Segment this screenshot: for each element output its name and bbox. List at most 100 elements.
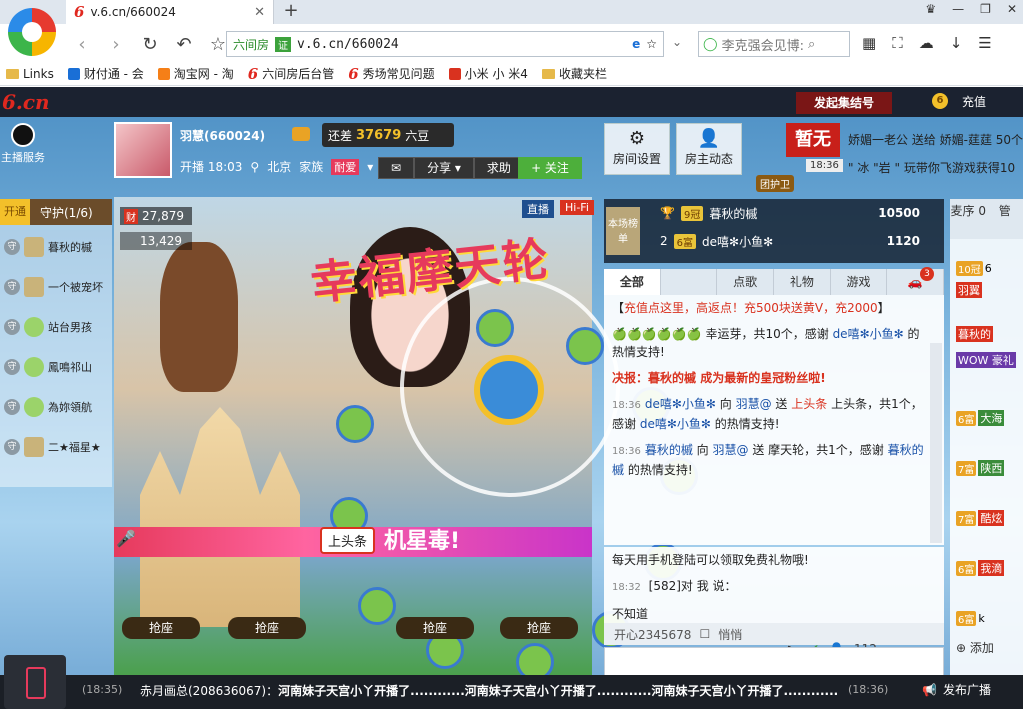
favorite-star-icon[interactable]: ☆: [208, 34, 228, 55]
bookmark-6cn-faq[interactable]: 6 秀场常见问题: [348, 65, 434, 83]
guard-item[interactable]: 守為妳領航: [0, 387, 112, 427]
pin-icon[interactable]: ♛: [925, 2, 936, 16]
tab-song[interactable]: 点歌: [717, 269, 775, 295]
search-icon[interactable]: ⌕: [808, 37, 815, 52]
share-button[interactable]: 分享 ▾: [414, 157, 474, 179]
bookmark-6cn-admin[interactable]: 6 六间房后台管: [248, 65, 334, 83]
headline-badge[interactable]: 上头条: [320, 527, 376, 554]
user-row[interactable]: WOW 豪礼: [956, 349, 1023, 371]
user-row[interactable]: 6富 我滴: [956, 557, 1023, 579]
recharge-link[interactable]: 充值: [962, 92, 986, 112]
menu-icon[interactable]: ☰: [978, 34, 991, 52]
site-logo[interactable]: 6.cn: [2, 90, 50, 114]
publish-broadcast-button[interactable]: 📢 发布广播: [922, 681, 991, 698]
undo-button[interactable]: ↶: [174, 34, 194, 55]
wheel-cabin: [476, 309, 514, 347]
guard-item[interactable]: 守站台男孩: [0, 307, 112, 347]
browser-tab[interactable]: 6 v.6.cn/660024 ✕: [66, 0, 274, 24]
qq-service-button[interactable]: 主播服务: [0, 121, 46, 167]
user-row[interactable]: 6富 大海: [956, 407, 1023, 429]
download-icon[interactable]: ↓: [950, 34, 963, 52]
gather-button[interactable]: 发起集结号: [796, 92, 892, 114]
apps-grid-icon[interactable]: ▦: [862, 34, 876, 52]
browser-logo-icon[interactable]: [8, 8, 56, 56]
user-row[interactable]: 7富 陕西: [956, 457, 1023, 479]
grab-seat-button[interactable]: 抢座: [228, 617, 306, 639]
tab-car[interactable]: 🚗: [887, 269, 945, 295]
wealth-tag: 财: [124, 208, 138, 224]
gift-ticker-2: " 冰 "岩 " 玩带你飞游戏获得10: [848, 161, 1016, 175]
screenshot-icon[interactable]: ⛶: [892, 34, 903, 52]
rank-row[interactable]: 2 6富 de嘻✻小鱼✻ 1120: [660, 229, 940, 253]
chat-target-user[interactable]: 开心2345678: [614, 626, 691, 643]
back-button[interactable]: ‹: [72, 34, 92, 55]
cloud-icon[interactable]: ☁: [919, 34, 934, 52]
ferris-wheel-hub: [474, 355, 544, 425]
url-text[interactable]: v.6.cn/660024: [297, 37, 626, 52]
microphone-icon[interactable]: 🎤: [116, 529, 136, 555]
grab-seat-button[interactable]: 抢座: [122, 617, 200, 639]
mobile-phone-icon[interactable]: [4, 655, 66, 709]
user-row[interactable]: 暮秋的: [956, 323, 1023, 345]
private-checkbox[interactable]: ☐: [699, 627, 710, 641]
gift-ticker: 娇媚一老公 送给 娇媚-莛莛 50个: [848, 133, 1023, 147]
user-row[interactable]: 6富 k: [956, 607, 1023, 629]
guard-item[interactable]: 守二★福星★: [0, 427, 112, 467]
guard-team-badge[interactable]: 团护卫: [756, 175, 794, 192]
tab-gift[interactable]: 礼物: [774, 269, 831, 295]
bookmark-favorites[interactable]: 收藏夹栏: [541, 65, 607, 82]
room-settings-button[interactable]: ⚙ 房间设置: [604, 123, 670, 175]
minimize-button[interactable]: —: [952, 2, 964, 16]
rank-row[interactable]: 🏆 9冠 暮秋的槭 10500: [660, 201, 940, 225]
chat-message-list[interactable]: 【充值点这里，高返点！充500块送黄V，充2000】 🍏🍏🍏🍏🍏🍏 幸运芽，共1…: [604, 295, 944, 545]
bookmark-star-icon[interactable]: ☆: [646, 37, 657, 51]
bookmark-links[interactable]: Links: [6, 67, 54, 81]
new-tab-button[interactable]: +: [280, 0, 302, 24]
family-dropdown-icon[interactable]: ▾: [367, 160, 373, 174]
address-bar[interactable]: 六间房 证 v.6.cn/660024 e ☆: [226, 31, 664, 57]
open-guard-button[interactable]: 开通: [0, 199, 30, 225]
search-input[interactable]: 李克强会见博:: [722, 35, 804, 54]
live-room-page: 6.cn 发起集结号 6 充值 主播服务 羽慧(660024) 还差 37679…: [0, 87, 1023, 709]
add-button[interactable]: ⊕ 添加: [956, 639, 994, 656]
restore-button[interactable]: ❐: [980, 2, 991, 16]
broadcast-time: (18:35): [82, 683, 123, 696]
address-dropdown-icon[interactable]: ⌄: [672, 35, 682, 49]
close-window-button[interactable]: ✕: [1007, 2, 1017, 16]
tab-admin[interactable]: 管: [987, 199, 1023, 239]
guard-item[interactable]: 守鳳鳴祁山: [0, 347, 112, 387]
refresh-button[interactable]: ↻: [140, 34, 160, 55]
coin-icon[interactable]: 6: [932, 93, 948, 109]
grab-seat-button[interactable]: 抢座: [500, 617, 578, 639]
host-avatar[interactable]: [114, 122, 172, 178]
host-name[interactable]: 羽慧(660024): [180, 127, 265, 144]
bookmark-tenpay[interactable]: 财付通 - 会: [67, 65, 144, 82]
user-row[interactable]: 羽翼: [956, 279, 1023, 301]
chat-scrollbar[interactable]: [930, 343, 942, 543]
tab-close-icon[interactable]: ✕: [254, 5, 273, 20]
user-row[interactable]: 10冠 6: [956, 257, 1023, 279]
help-button[interactable]: 求助: [473, 157, 524, 179]
family-badge[interactable]: 耐爱: [331, 158, 360, 175]
rank-name: de嘻✻小鱼✻: [702, 234, 774, 249]
guard-item[interactable]: 守暮秋的槭: [0, 227, 112, 267]
chat-input[interactable]: [604, 647, 944, 677]
search-box[interactable]: ◯ 李克强会见博: ⌕: [698, 31, 850, 57]
bookmark-taobao[interactable]: 淘宝网 - 淘: [157, 65, 234, 82]
host-news-button[interactable]: 👤 房主动态: [676, 123, 742, 175]
tab-game[interactable]: 游戏: [831, 269, 888, 295]
hifi-tag[interactable]: Hi-Fi: [560, 200, 594, 215]
broadcast-sender[interactable]: 赤月画总(208636067)：: [140, 684, 278, 698]
guard-item[interactable]: 守一个被宠坏: [0, 267, 112, 307]
live-tag[interactable]: 直播: [522, 200, 554, 218]
user-row[interactable]: 7富 酷炫: [956, 507, 1023, 529]
tab-queue[interactable]: 麦序 0: [950, 199, 987, 239]
tab-all[interactable]: 全部: [604, 269, 661, 295]
bookmark-xiaomi[interactable]: 小米 小 米4: [448, 65, 528, 82]
forward-button[interactable]: ›: [106, 34, 126, 55]
ie-mode-icon[interactable]: e: [632, 37, 640, 51]
tab-private[interactable]: [661, 269, 718, 295]
follow-button[interactable]: + 关注: [518, 157, 582, 179]
grab-seat-button[interactable]: 抢座: [396, 617, 474, 639]
mail-button[interactable]: ✉: [378, 157, 415, 179]
